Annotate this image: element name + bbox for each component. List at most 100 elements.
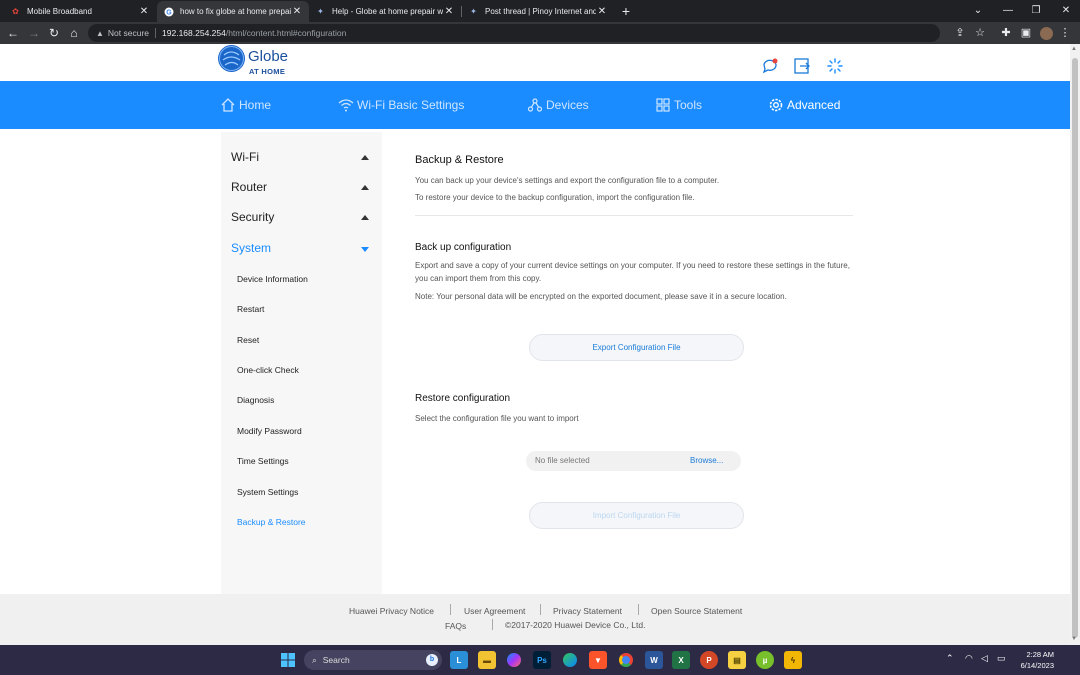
photoshop-icon[interactable]: Ps bbox=[533, 651, 551, 669]
sidebar-item-time-settings[interactable]: Time Settings bbox=[237, 456, 289, 466]
message-icon[interactable] bbox=[761, 57, 779, 75]
tab-title: Post thread | Pinoy Internet and bbox=[485, 7, 596, 16]
nav-advanced-label: Advanced bbox=[787, 98, 841, 112]
sidebar-item-system-settings[interactable]: System Settings bbox=[237, 487, 298, 497]
tab-help-globe[interactable]: ✦ Help - Globe at home prepair wifi ✕ bbox=[309, 1, 461, 22]
sidebar-group-security[interactable]: Security bbox=[231, 210, 274, 224]
forward-icon[interactable]: → bbox=[25, 24, 43, 42]
tab-google-search[interactable]: G how to fix globe at home prepaid ✕ bbox=[157, 1, 309, 22]
app-l-icon[interactable]: L bbox=[450, 651, 468, 669]
taskbar-search[interactable]: ⌕ Search b bbox=[304, 650, 442, 670]
import-configuration-button[interactable]: Import Configuration File bbox=[529, 502, 744, 529]
close-window-icon[interactable]: ✕ bbox=[1052, 0, 1080, 22]
page-header: Globe AT HOME bbox=[0, 44, 1070, 81]
powerpoint-icon[interactable]: P bbox=[700, 651, 718, 669]
scroll-up-icon[interactable]: ▲ bbox=[1071, 46, 1077, 52]
side-panel-icon[interactable]: ▣ bbox=[1017, 24, 1035, 42]
edge-icon[interactable] bbox=[561, 651, 579, 669]
restore-section-title: Restore configuration bbox=[415, 393, 511, 404]
sidebar-group-system[interactable]: System bbox=[231, 241, 271, 255]
app-bolt-icon[interactable]: ϟ bbox=[784, 651, 802, 669]
browse-button[interactable]: Browse... bbox=[690, 456, 723, 465]
start-icon[interactable] bbox=[279, 651, 297, 669]
close-tab-icon[interactable]: ✕ bbox=[291, 6, 303, 17]
wifi-status-icon[interactable]: ◠ bbox=[965, 653, 973, 664]
scroll-down-icon[interactable]: ▼ bbox=[1071, 636, 1077, 642]
close-tab-icon[interactable]: ✕ bbox=[138, 6, 150, 17]
nav-devices[interactable]: Devices bbox=[527, 81, 589, 129]
nav-advanced[interactable]: Advanced bbox=[768, 81, 840, 129]
search-label: Search bbox=[322, 655, 350, 665]
nav-wifi-basic-settings[interactable]: Wi-Fi Basic Settings bbox=[338, 81, 464, 129]
sidebar-item-one-click-check[interactable]: One-click Check bbox=[237, 365, 299, 375]
bookmark-star-icon[interactable]: ☆ bbox=[971, 24, 989, 42]
scrollbar-thumb[interactable] bbox=[1072, 58, 1078, 638]
utorrent-icon[interactable]: µ bbox=[756, 651, 774, 669]
volume-icon[interactable]: ◁ bbox=[981, 653, 988, 664]
brand-subtitle: AT HOME bbox=[249, 67, 286, 76]
sidebar-group-router[interactable]: Router bbox=[231, 180, 267, 194]
page-scrollbar[interactable]: ▲ ▼ bbox=[1070, 44, 1080, 645]
clock-time: 2:28 AM bbox=[1026, 650, 1054, 659]
sidebar-item-modify-password[interactable]: Modify Password bbox=[237, 426, 302, 436]
collapse-arrow-icon[interactable] bbox=[361, 215, 369, 220]
close-tab-icon[interactable]: ✕ bbox=[443, 6, 455, 17]
sidebar-item-diagnosis[interactable]: Diagnosis bbox=[237, 395, 274, 405]
collapse-arrow-icon[interactable] bbox=[361, 185, 369, 190]
privacy-notice-link[interactable]: Huawei Privacy Notice bbox=[349, 606, 434, 616]
sidebar-group-wifi[interactable]: Wi-Fi bbox=[231, 150, 259, 164]
expand-arrow-icon[interactable] bbox=[361, 247, 369, 252]
sidebar-item-restart[interactable]: Restart bbox=[237, 304, 264, 314]
file-picker[interactable]: No file selected Browse... bbox=[526, 451, 741, 471]
profile-avatar[interactable] bbox=[1037, 24, 1055, 42]
logout-icon[interactable] bbox=[793, 57, 811, 75]
footer-divider bbox=[638, 604, 639, 615]
close-tab-icon[interactable]: ✕ bbox=[596, 6, 608, 17]
system-clock[interactable]: 2:28 AM 6/14/2023 bbox=[1016, 649, 1054, 671]
faqs-link[interactable]: FAQs bbox=[445, 621, 466, 631]
globe-logo-icon bbox=[218, 45, 245, 72]
sidebar-item-device-information[interactable]: Device Information bbox=[237, 274, 308, 284]
nav-tools[interactable]: Tools bbox=[655, 81, 702, 129]
show-hidden-icons-icon[interactable]: ⌃ bbox=[946, 653, 954, 664]
minimize-icon[interactable]: — bbox=[994, 0, 1022, 22]
page-footer: Huawei Privacy Notice User Agreement Pri… bbox=[0, 594, 1070, 645]
export-configuration-button[interactable]: Export Configuration File bbox=[529, 334, 744, 361]
url-host: 192.168.254.254 bbox=[162, 28, 226, 38]
messenger-icon[interactable] bbox=[505, 651, 523, 669]
warning-icon: ▲ bbox=[96, 28, 104, 38]
back-icon[interactable]: ← bbox=[4, 24, 22, 42]
restore-icon[interactable]: ❐ bbox=[1022, 0, 1050, 22]
tools-icon bbox=[655, 97, 671, 113]
address-divider bbox=[155, 28, 157, 38]
sidebar-item-reset[interactable]: Reset bbox=[237, 335, 259, 345]
globe-logo[interactable]: Globe AT HOME bbox=[218, 45, 298, 78]
sidebar-item-backup-restore[interactable]: Backup & Restore bbox=[237, 517, 306, 527]
sticky-notes-icon[interactable]: ▤ bbox=[728, 651, 746, 669]
address-bar[interactable]: ▲ Not secure 192.168.254.254 /html/conte… bbox=[88, 24, 940, 42]
brave-icon[interactable]: ▼ bbox=[589, 651, 607, 669]
battery-icon[interactable]: ▭ bbox=[997, 653, 1006, 664]
reload-icon[interactable]: ↻ bbox=[45, 24, 63, 42]
open-source-statement-link[interactable]: Open Source Statement bbox=[651, 606, 742, 616]
user-agreement-link[interactable]: User Agreement bbox=[464, 606, 525, 616]
home-icon[interactable]: ⌂ bbox=[65, 24, 83, 42]
new-tab-button[interactable]: + bbox=[618, 2, 634, 20]
chrome-icon[interactable] bbox=[617, 651, 635, 669]
share-icon[interactable]: ⇪ bbox=[951, 24, 969, 42]
menu-icon[interactable]: ⋮ bbox=[1056, 24, 1074, 42]
tab-search-icon[interactable]: ⌄ bbox=[964, 0, 992, 22]
extensions-icon[interactable]: ✚ bbox=[997, 24, 1015, 42]
tab-post-thread[interactable]: ✦ Post thread | Pinoy Internet and ✕ bbox=[462, 1, 614, 22]
word-icon[interactable]: W bbox=[645, 651, 663, 669]
collapse-arrow-icon[interactable] bbox=[361, 155, 369, 160]
footer-divider bbox=[450, 604, 451, 615]
nav-home[interactable]: Home bbox=[220, 81, 271, 129]
file-explorer-icon[interactable]: ▬ bbox=[478, 651, 496, 669]
excel-icon[interactable]: X bbox=[672, 651, 690, 669]
nav-home-label: Home bbox=[239, 98, 272, 112]
tab-mobile-broadband[interactable]: ✿ Mobile Broadband ✕ bbox=[4, 1, 156, 22]
restore-description: Select the configuration file you want t… bbox=[415, 414, 579, 423]
main-nav: Home Wi-Fi Basic Settings Devices Tools … bbox=[0, 81, 1070, 129]
privacy-statement-link[interactable]: Privacy Statement bbox=[553, 606, 622, 616]
